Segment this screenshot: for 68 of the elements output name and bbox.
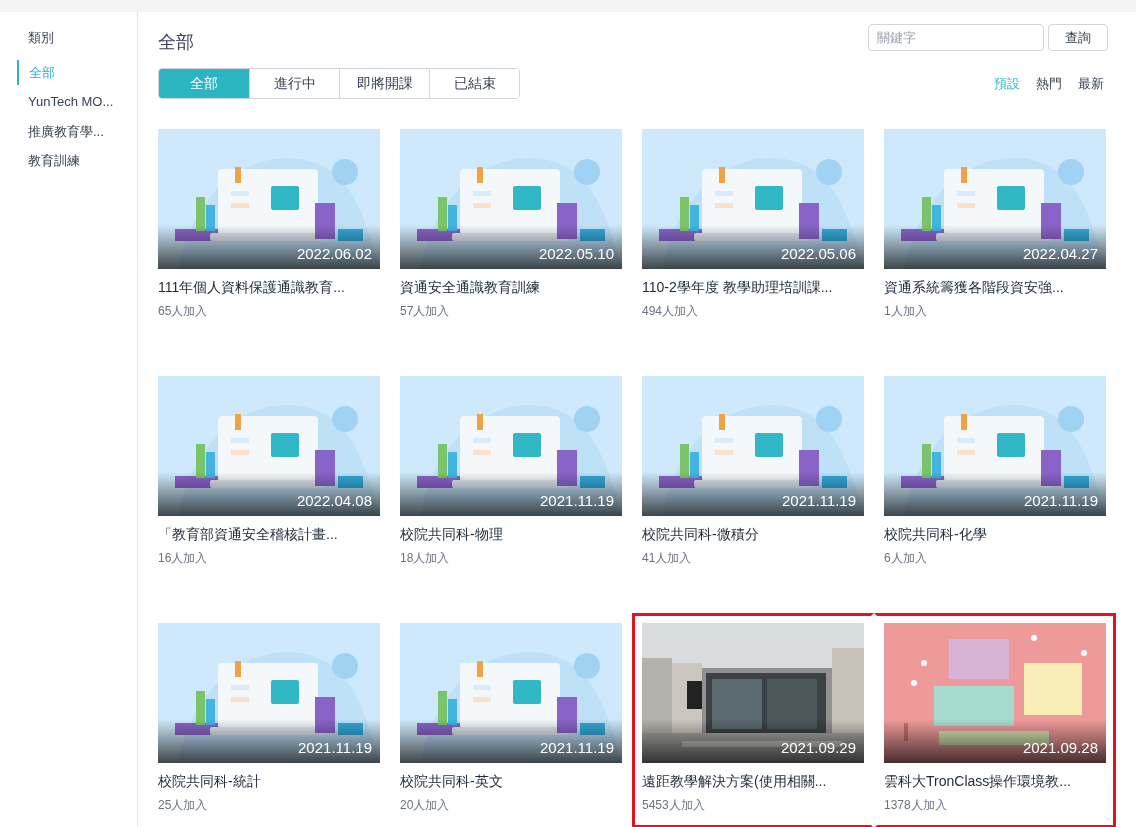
- sidebar-item[interactable]: 推廣教育學...: [0, 118, 137, 144]
- course-title[interactable]: 校院共同科-化學: [884, 524, 1106, 545]
- join-count: 6人加入: [884, 550, 928, 567]
- join-count: 20人加入: [400, 797, 451, 814]
- filter-tab[interactable]: 已結束: [429, 69, 519, 98]
- course-date: 2022.05.10: [538, 243, 614, 264]
- sidebar-item[interactable]: YunTech MO...: [0, 89, 137, 115]
- course-card[interactable]: 2022.04.08 「教育部資通安全稽核計畫... 16人加入: [148, 366, 390, 581]
- course-cover-drawing[interactable]: [642, 129, 864, 269]
- course-date: 2021.11.19: [540, 490, 614, 511]
- course-date: 2021.09.29: [780, 737, 856, 758]
- course-cover-drawing[interactable]: [400, 623, 622, 763]
- join-count: 57人加入: [400, 303, 451, 320]
- course-card[interactable]: 2022.05.06 110-2學年度 教學助理培訓課... 494人加入: [632, 119, 874, 334]
- course-card[interactable]: 2021.11.19 校院共同科-微積分 41人加入: [632, 366, 874, 581]
- sidebar-item[interactable]: 教育訓練: [0, 148, 137, 174]
- course-title[interactable]: 資通系統籌獲各階段資安強...: [884, 277, 1106, 298]
- join-count: 1378人加入: [884, 797, 948, 814]
- course-cover-drawing[interactable]: [884, 376, 1106, 516]
- course-cover-drawing[interactable]: [158, 129, 380, 269]
- course-title[interactable]: 110-2學年度 教學助理培訓課...: [642, 277, 864, 298]
- course-card[interactable]: 2021.09.29 遠距教學解決方案(使用相關... 5453人加入: [632, 613, 874, 827]
- sort-link[interactable]: 最新: [1078, 73, 1104, 94]
- join-count: 494人加入: [642, 303, 700, 320]
- course-date: 2021.11.19: [782, 490, 856, 511]
- course-title[interactable]: 遠距教學解決方案(使用相關...: [642, 771, 864, 792]
- course-date: 2021.11.19: [1024, 490, 1098, 511]
- course-title[interactable]: 「教育部資通安全稽核計畫...: [158, 524, 380, 545]
- join-count: 25人加入: [158, 797, 209, 814]
- sidebar-heading: 類別: [27, 29, 55, 47]
- sort-link[interactable]: 熱門: [1036, 73, 1062, 94]
- course-card[interactable]: 2022.04.27 資通系統籌獲各階段資安強... 1人加入: [874, 119, 1116, 334]
- course-title[interactable]: 校院共同科-統計: [158, 771, 380, 792]
- course-date: 2021.11.19: [298, 737, 372, 758]
- course-cover-drawing[interactable]: [642, 376, 864, 516]
- join-count: 18人加入: [400, 550, 451, 567]
- course-cover-drawing[interactable]: [884, 129, 1106, 269]
- course-card[interactable]: 2021.11.19 校院共同科-英文 20人加入: [390, 613, 632, 827]
- course-title[interactable]: 校院共同科-英文: [400, 771, 622, 792]
- course-date: 2021.11.19: [540, 737, 614, 758]
- course-date: 2022.06.02: [296, 243, 372, 264]
- course-cover-drawing[interactable]: [400, 376, 622, 516]
- course-card[interactable]: 2021.11.19 校院共同科-統計 25人加入: [148, 613, 390, 827]
- course-cover-drawing[interactable]: [158, 623, 380, 763]
- course-card[interactable]: 2021.09.28 雲科大TronClass操作環境教... 1378人加入: [874, 613, 1116, 827]
- join-count: 65人加入: [158, 303, 209, 320]
- course-title[interactable]: 校院共同科-物理: [400, 524, 622, 545]
- course-title[interactable]: 校院共同科-微積分: [642, 524, 864, 545]
- join-count: 1人加入: [884, 303, 928, 320]
- join-count: 5453人加入: [642, 797, 706, 814]
- search-button[interactable]: 查詢: [1048, 24, 1108, 51]
- course-card[interactable]: 2022.06.02 111年個人資料保護通識教育... 65人加入: [148, 119, 390, 334]
- page-title: 全部: [158, 31, 194, 54]
- course-title[interactable]: 111年個人資料保護通識教育...: [158, 277, 380, 298]
- course-title[interactable]: 雲科大TronClass操作環境教...: [884, 771, 1106, 792]
- course-date: 2022.05.06: [780, 243, 856, 264]
- course-date: 2022.04.27: [1022, 243, 1098, 264]
- join-count: 16人加入: [158, 550, 209, 567]
- course-card[interactable]: 2021.11.19 校院共同科-化學 6人加入: [874, 366, 1116, 581]
- course-date: 2022.04.08: [296, 490, 372, 511]
- course-card[interactable]: 2022.05.10 資通安全通識教育訓練 57人加入: [390, 119, 632, 334]
- search-field[interactable]: 關鍵字: [868, 24, 1044, 51]
- course-cover-drawing[interactable]: [400, 129, 622, 269]
- join-count: 41人加入: [642, 550, 693, 567]
- course-cover-drawing[interactable]: [158, 376, 380, 516]
- course-title[interactable]: 資通安全通識教育訓練: [400, 277, 622, 298]
- course-date: 2021.09.28: [1022, 737, 1098, 758]
- course-card[interactable]: 2021.11.19 校院共同科-物理 18人加入: [390, 366, 632, 581]
